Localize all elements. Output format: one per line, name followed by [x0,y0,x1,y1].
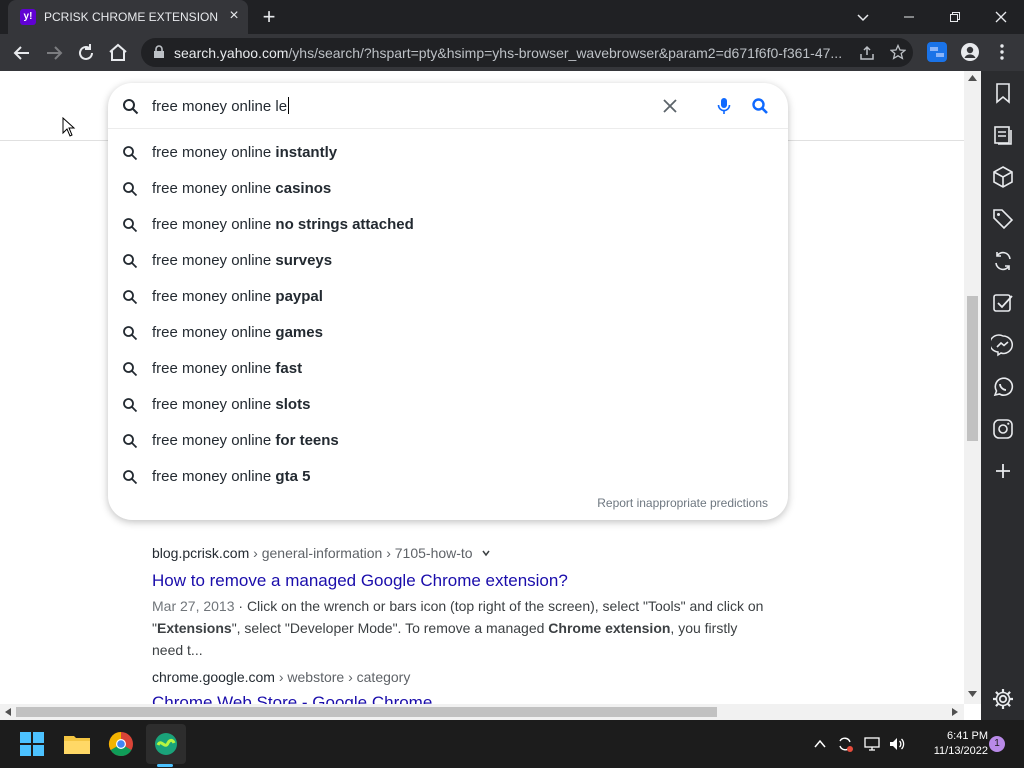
vertical-scrollbar[interactable] [964,71,981,704]
address-url: search.yahoo.com/yhs/search/?hspart=pty&… [174,45,843,61]
search-input-row[interactable]: free money online le [108,83,788,129]
search-icon [123,218,138,233]
scroll-down-arrow-icon[interactable] [968,691,977,697]
clear-search-icon[interactable] [663,99,677,113]
bookmark-icon[interactable] [991,81,1015,105]
suggestion-item[interactable]: free money online gta 5 [108,459,788,495]
browser-tab-active[interactable]: y! PCRISK CHROME EXTENSION - Y × [8,0,248,34]
search-input[interactable]: free money online le [152,97,290,115]
browser-titlebar: y! PCRISK CHROME EXTENSION - Y × + [0,0,1024,34]
restore-button[interactable] [932,0,978,34]
back-arrow-icon[interactable] [9,40,35,66]
taskbar-clock[interactable]: 6:41 PM 11/13/2022 [934,729,988,759]
volume-icon[interactable] [888,735,906,753]
whatsapp-icon[interactable] [991,375,1015,399]
add-panel-icon[interactable] [991,459,1015,483]
search-icon [123,470,138,485]
search-autocomplete-dropdown: free money online le free money online i… [108,83,788,520]
minimize-button[interactable] [886,0,932,34]
search-icon [123,146,138,161]
browser-side-panel [981,71,1024,720]
address-bar[interactable]: search.yahoo.com/yhs/search/?hspart=pty&… [141,38,913,67]
sync-tray-icon[interactable] [836,735,854,753]
result-snippet: Mar 27, 2013 · Click on the wrench or ba… [152,598,764,658]
search-icon [123,398,138,413]
search-icon [123,182,138,197]
new-tab-button[interactable]: + [258,6,280,28]
home-icon[interactable] [105,40,131,66]
report-predictions-link[interactable]: Report inappropriate predictions [597,496,768,510]
search-submit-icon[interactable] [751,97,769,115]
result-title-link[interactable]: How to remove a managed Google Chrome ex… [152,571,568,591]
messenger-icon[interactable] [991,333,1015,357]
search-icon [123,362,138,377]
horizontal-scroll-thumb[interactable] [16,707,717,717]
clock-time: 6:41 PM [947,730,988,742]
microphone-icon[interactable] [717,97,731,115]
page-content: blog.pcrisk.com › general-information › … [0,71,964,704]
search-icon [123,326,138,341]
tab-title: PCRISK CHROME EXTENSION - Y [44,10,219,24]
scroll-left-arrow-icon[interactable] [5,708,11,716]
suggestion-item[interactable]: free money online games [108,315,788,351]
bookmark-star-icon[interactable] [890,44,906,60]
suggestion-item[interactable]: free money online casinos [108,171,788,207]
suggestion-item[interactable]: free money online paypal [108,279,788,315]
suggestion-item[interactable]: free money online instantly [108,135,788,171]
browser-menu-icon[interactable] [993,43,1011,66]
tab-search-chevron-icon[interactable] [840,0,886,34]
reading-list-icon[interactable] [991,123,1015,147]
profile-avatar-icon[interactable] [960,42,980,67]
close-window-button[interactable] [978,0,1024,34]
clock-date: 11/13/2022 [933,745,988,757]
sync-refresh-icon[interactable] [991,249,1015,273]
suggestion-item[interactable]: free money online no strings attached [108,207,788,243]
vertical-scroll-thumb[interactable] [967,296,978,441]
suggestion-item[interactable]: free money online fast [108,351,788,387]
lock-icon [154,45,164,58]
tab-close-icon[interactable]: × [226,8,242,24]
scroll-right-arrow-icon[interactable] [952,708,958,716]
suggestion-item[interactable]: free money online slots [108,387,788,423]
windows-taskbar: 6:41 PM 11/13/2022 1 [0,720,1024,768]
suggestion-item[interactable]: free money online surveys [108,243,788,279]
yahoo-favicon-icon: y! [20,9,36,25]
share-icon[interactable] [859,45,875,61]
scroll-up-arrow-icon[interactable] [968,75,977,81]
chevron-down-icon[interactable] [481,548,491,558]
result-url[interactable]: blog.pcrisk.com › general-information › … [152,545,491,561]
reload-icon[interactable] [73,40,99,66]
price-tag-icon[interactable] [991,207,1015,231]
search-icon [123,290,138,305]
horizontal-scrollbar[interactable] [0,704,964,720]
active-app-indicator [157,764,173,767]
chrome-icon[interactable] [105,728,137,760]
forward-arrow-icon[interactable] [41,40,67,66]
show-hidden-icons-chevron-icon[interactable] [813,737,827,751]
wave-browser-icon[interactable] [150,728,182,760]
browser-toolbar: search.yahoo.com/yhs/search/?hspart=pty&… [0,34,1024,71]
network-icon[interactable] [863,735,881,753]
package-box-icon[interactable] [991,165,1015,189]
windows-start-icon[interactable] [16,728,48,760]
search-icon [123,434,138,449]
task-checklist-icon[interactable] [991,291,1015,315]
extension-icon[interactable] [927,42,947,62]
result-url[interactable]: chrome.google.com › webstore › category [152,669,410,685]
file-explorer-icon[interactable] [61,728,93,760]
result-title-link[interactable]: Chrome Web Store - Google Chrome [152,693,432,704]
notification-badge[interactable]: 1 [989,736,1005,752]
mouse-cursor-icon [62,117,76,137]
search-icon [123,254,138,269]
settings-gear-icon[interactable] [991,687,1015,711]
instagram-icon[interactable] [991,417,1015,441]
search-icon [123,99,139,115]
suggestion-item[interactable]: free money online for teens [108,423,788,459]
